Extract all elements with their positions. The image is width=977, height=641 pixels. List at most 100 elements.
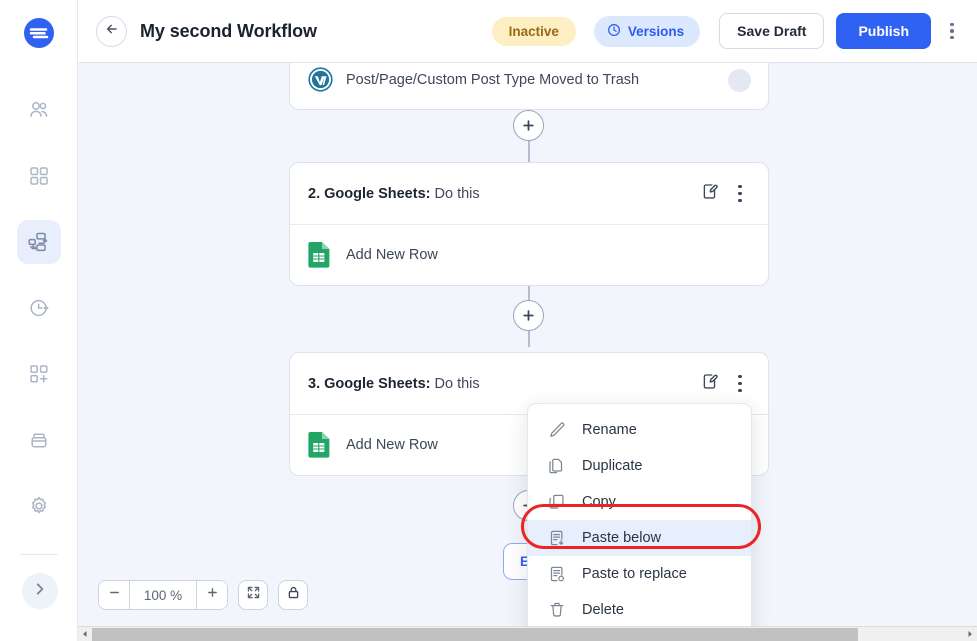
more-vertical-icon bbox=[950, 23, 954, 27]
sidebar-item-history[interactable] bbox=[17, 286, 61, 330]
context-menu-label: Paste to replace bbox=[582, 566, 687, 582]
scroll-left-button[interactable] bbox=[78, 627, 92, 641]
clock-icon bbox=[607, 23, 621, 40]
context-menu-item-rename[interactable]: Rename bbox=[528, 412, 751, 448]
sidebar-nav bbox=[0, 88, 77, 623]
node-3-action-label: Add New Row bbox=[346, 437, 438, 453]
publish-button[interactable]: Publish bbox=[836, 13, 931, 49]
node-context-menu: Rename Duplicate Copy bbox=[527, 403, 752, 626]
sidebar-item-workflows[interactable] bbox=[17, 220, 61, 264]
more-vertical-icon bbox=[738, 185, 742, 189]
google-sheets-icon bbox=[308, 242, 331, 268]
scrollbar-thumb[interactable] bbox=[92, 628, 858, 641]
versions-button[interactable]: Versions bbox=[594, 16, 700, 47]
sidebar-item-apps-grid[interactable] bbox=[17, 154, 61, 198]
zoom-in-button[interactable] bbox=[196, 581, 227, 609]
pencil-icon bbox=[547, 421, 566, 440]
back-button[interactable] bbox=[96, 16, 127, 47]
plus-icon bbox=[521, 308, 536, 323]
sidebar-item-add-app[interactable] bbox=[17, 352, 61, 396]
versions-label: Versions bbox=[628, 24, 684, 39]
context-menu-item-paste-to-replace[interactable]: Paste to replace bbox=[528, 556, 751, 592]
chevron-right-icon bbox=[32, 581, 48, 602]
workflow-canvas[interactable]: Post/Page/Custom Post Type Moved to Tras… bbox=[78, 63, 977, 626]
scrollbar-track[interactable] bbox=[92, 627, 963, 641]
context-menu-item-paste-below[interactable]: Paste below bbox=[528, 520, 751, 556]
zoom-control-group: 100 % bbox=[98, 580, 228, 610]
more-vertical-icon bbox=[738, 375, 742, 379]
lock-canvas-button[interactable] bbox=[278, 580, 308, 610]
add-step-button-2[interactable] bbox=[513, 300, 544, 331]
node-2-body: Add New Row bbox=[290, 225, 768, 285]
trigger-node-card[interactable]: Post/Page/Custom Post Type Moved to Tras… bbox=[289, 63, 769, 110]
scroll-right-button[interactable] bbox=[963, 627, 977, 641]
sidebar-divider bbox=[20, 554, 58, 555]
left-sidebar bbox=[0, 0, 78, 641]
node-2-header: 2. Google Sheets: Do this bbox=[290, 163, 768, 225]
sidebar-item-storage[interactable] bbox=[17, 418, 61, 462]
context-menu-label: Rename bbox=[582, 422, 637, 438]
context-menu-item-copy[interactable]: Copy bbox=[528, 484, 751, 520]
node-3-rename-button[interactable] bbox=[700, 371, 720, 396]
context-menu-item-delete[interactable]: Delete bbox=[528, 592, 751, 626]
node-2-title: 2. Google Sheets: Do this bbox=[308, 186, 480, 202]
node-2-rename-button[interactable] bbox=[700, 181, 720, 206]
caret-left-icon bbox=[81, 625, 89, 641]
workflow-builder-screen: My second Workflow Inactive Versions Sav… bbox=[0, 0, 977, 641]
workflow-icon bbox=[26, 230, 51, 255]
minus-icon bbox=[108, 586, 121, 604]
page-title: My second Workflow bbox=[140, 21, 317, 42]
node-3-title-prefix: 3. Google Sheets: bbox=[308, 376, 430, 392]
wordpress-icon bbox=[308, 67, 331, 93]
save-draft-button[interactable]: Save Draft bbox=[719, 13, 824, 49]
node-2-more-menu-button[interactable] bbox=[729, 183, 751, 205]
context-menu-item-duplicate[interactable]: Duplicate bbox=[528, 448, 751, 484]
duplicate-icon bbox=[547, 457, 566, 476]
header-more-menu-button[interactable] bbox=[941, 23, 963, 40]
people-icon bbox=[27, 98, 51, 122]
plus-icon bbox=[521, 118, 536, 133]
trigger-node-badge[interactable] bbox=[728, 69, 751, 92]
zoom-out-button[interactable] bbox=[99, 581, 130, 609]
add-step-button-1[interactable] bbox=[513, 110, 544, 141]
database-icon bbox=[27, 428, 51, 452]
node-3-title-suffix: Do this bbox=[430, 376, 479, 392]
sidebar-item-settings[interactable] bbox=[17, 484, 61, 528]
context-menu-label: Delete bbox=[582, 602, 624, 618]
lock-icon bbox=[286, 585, 301, 605]
zoom-level-value[interactable]: 100 % bbox=[130, 588, 196, 603]
note-edit-icon bbox=[700, 371, 720, 396]
brand-logo-icon[interactable] bbox=[22, 16, 56, 50]
context-menu-label: Duplicate bbox=[582, 458, 642, 474]
fit-to-screen-button[interactable] bbox=[238, 580, 268, 610]
trash-icon bbox=[547, 601, 566, 620]
copy-icon bbox=[547, 493, 566, 512]
node-2-title-suffix: Do this bbox=[430, 186, 479, 202]
caret-right-icon bbox=[966, 625, 974, 641]
google-sheets-icon bbox=[308, 432, 331, 458]
trigger-node-row: Post/Page/Custom Post Type Moved to Tras… bbox=[308, 67, 751, 93]
node-2-title-prefix: 2. Google Sheets: bbox=[308, 186, 430, 202]
node-3-title: 3. Google Sheets: Do this bbox=[308, 376, 480, 392]
node-3-more-menu-button[interactable] bbox=[729, 373, 751, 395]
zoom-toolbar: 100 % bbox=[98, 580, 308, 610]
context-menu-label: Copy bbox=[582, 494, 616, 510]
paste-replace-icon bbox=[547, 565, 566, 584]
node-card-2[interactable]: 2. Google Sheets: Do this bbox=[289, 162, 769, 286]
clock-history-icon bbox=[27, 296, 51, 320]
trigger-node-title: Post/Page/Custom Post Type Moved to Tras… bbox=[346, 72, 639, 88]
node-2-action-label: Add New Row bbox=[346, 247, 438, 263]
fit-screen-icon bbox=[246, 585, 261, 605]
horizontal-scrollbar[interactable] bbox=[78, 626, 977, 641]
workflow-header: My second Workflow Inactive Versions Sav… bbox=[78, 0, 977, 63]
context-menu-label: Paste below bbox=[582, 530, 661, 546]
grid-plus-icon bbox=[27, 362, 51, 386]
gear-icon bbox=[27, 494, 51, 518]
sidebar-item-contacts[interactable] bbox=[17, 88, 61, 132]
arrow-left-icon bbox=[104, 21, 120, 42]
sidebar-expand-button[interactable] bbox=[22, 573, 58, 609]
note-edit-icon bbox=[700, 181, 720, 206]
status-badge[interactable]: Inactive bbox=[492, 17, 576, 46]
grid-icon bbox=[27, 164, 51, 188]
plus-icon bbox=[206, 586, 219, 604]
